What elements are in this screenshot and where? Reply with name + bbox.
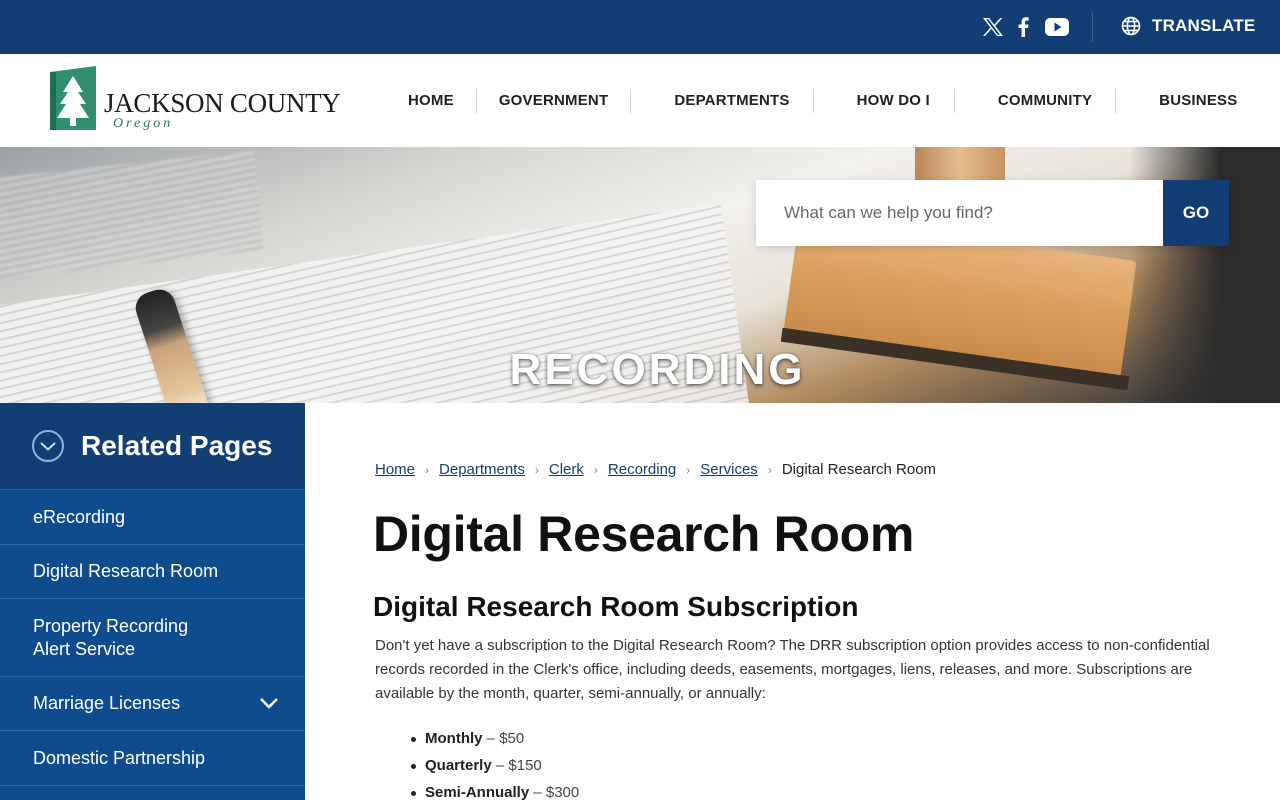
sidebar-item-label: Digital Research Room (33, 561, 219, 581)
translate-label: TRANSLATE (1152, 16, 1256, 35)
hero-paper-bg (0, 150, 265, 284)
nav-community[interactable]: COMMUNITY (955, 92, 1115, 109)
related-pages-heading: Related Pages (81, 430, 273, 461)
utility-bar: TRANSLATE (0, 0, 1280, 54)
breadcrumb-chevron-icon: › (686, 462, 691, 477)
price-value: $50 (499, 730, 525, 747)
sidebar-item-label: Domestic Partnership (33, 747, 206, 768)
youtube-icon[interactable] (1042, 13, 1072, 41)
nav-government[interactable]: GOVERNMENT (477, 92, 631, 109)
page-title: Digital Research Room (373, 506, 915, 562)
tree-logo-icon (50, 66, 96, 130)
main-content: Home › Departments › Clerk › Recording ›… (305, 403, 1280, 800)
search-input[interactable] (756, 180, 1163, 246)
section-heading: Digital Research Room Subscription (373, 591, 859, 622)
intro-paragraph: Don't yet have a subscription to the Dig… (375, 637, 1210, 702)
price-term: Quarterly (425, 757, 492, 774)
sidebar-item-label: Property Recording Alert Service (33, 615, 189, 659)
nav-business[interactable]: BUSINESS (1116, 92, 1237, 109)
breadcrumb-departments[interactable]: Departments (439, 461, 525, 478)
sidebar-item-property-recording-alert[interactable]: Property Recording Alert Service (0, 599, 305, 677)
sidebar-item-erecording[interactable]: eRecording (0, 490, 305, 545)
topbar-divider (1092, 12, 1093, 42)
sidebar-item-label: eRecording (33, 506, 126, 527)
nav-departments[interactable]: DEPARTMENTS (631, 92, 812, 109)
related-pages-sidebar: Related Pages eRecording Digital Researc… (0, 403, 305, 800)
nav-how-do-i[interactable]: HOW DO I (814, 92, 954, 109)
sidebar-item-label: Marriage Licenses (33, 693, 181, 713)
site-header: JACKSON COUNTY Oregon HOME GOVERNMENT DE… (0, 54, 1280, 147)
breadcrumb-chevron-icon: › (593, 462, 598, 477)
breadcrumb-services[interactable]: Services (700, 461, 758, 478)
breadcrumb-recording[interactable]: Recording (608, 461, 676, 478)
sidebar-item-digital-research-room[interactable]: Digital Research Room (0, 545, 305, 599)
subscription-price-list: Monthly – $50 Quarterly – $150 Semi-Annu… (375, 728, 579, 800)
main-nav: HOME GOVERNMENT DEPARTMENTS HOW DO I COM… (386, 54, 1237, 147)
price-term: Semi-Annually (425, 784, 530, 800)
translate-button[interactable]: TRANSLATE (1120, 15, 1255, 37)
sidebar-item-marriage-licenses[interactable]: Marriage Licenses (0, 677, 305, 731)
breadcrumb-chevron-icon: › (534, 462, 539, 477)
breadcrumb-clerk[interactable]: Clerk (549, 461, 584, 478)
sidebar-item-domestic-partnership[interactable]: Domestic Partnership (0, 731, 305, 786)
list-item: Monthly – $50 (375, 728, 579, 755)
breadcrumb-chevron-icon: › (767, 462, 772, 477)
related-pages-header[interactable]: Related Pages (0, 403, 305, 490)
facebook-icon[interactable] (1009, 13, 1037, 41)
chevron-down-icon[interactable] (259, 692, 279, 715)
site-search: GO (756, 180, 1229, 246)
search-go-button[interactable]: GO (1163, 180, 1229, 246)
nav-home[interactable]: HOME (386, 92, 476, 109)
list-item: Semi-Annually – $300 (375, 782, 579, 800)
breadcrumb: Home › Departments › Clerk › Recording ›… (375, 461, 936, 478)
price-term: Monthly (425, 730, 483, 747)
jackson-county-logo[interactable]: JACKSON COUNTY Oregon (48, 64, 341, 138)
breadcrumb-chevron-icon: › (425, 462, 430, 477)
price-value: $150 (508, 757, 542, 774)
hero-title: RECORDING (509, 345, 806, 394)
breadcrumb-current: Digital Research Room (781, 461, 937, 478)
breadcrumb-home[interactable]: Home (375, 461, 415, 478)
list-item: Quarterly – $150 (375, 755, 579, 782)
logo-name: JACKSON COUNTY (104, 88, 341, 118)
price-value: $300 (545, 784, 580, 800)
x-twitter-icon[interactable] (979, 13, 1007, 41)
logo-state: Oregon (113, 116, 174, 131)
chevron-down-circle-icon (32, 430, 64, 462)
globe-icon (1120, 15, 1142, 37)
